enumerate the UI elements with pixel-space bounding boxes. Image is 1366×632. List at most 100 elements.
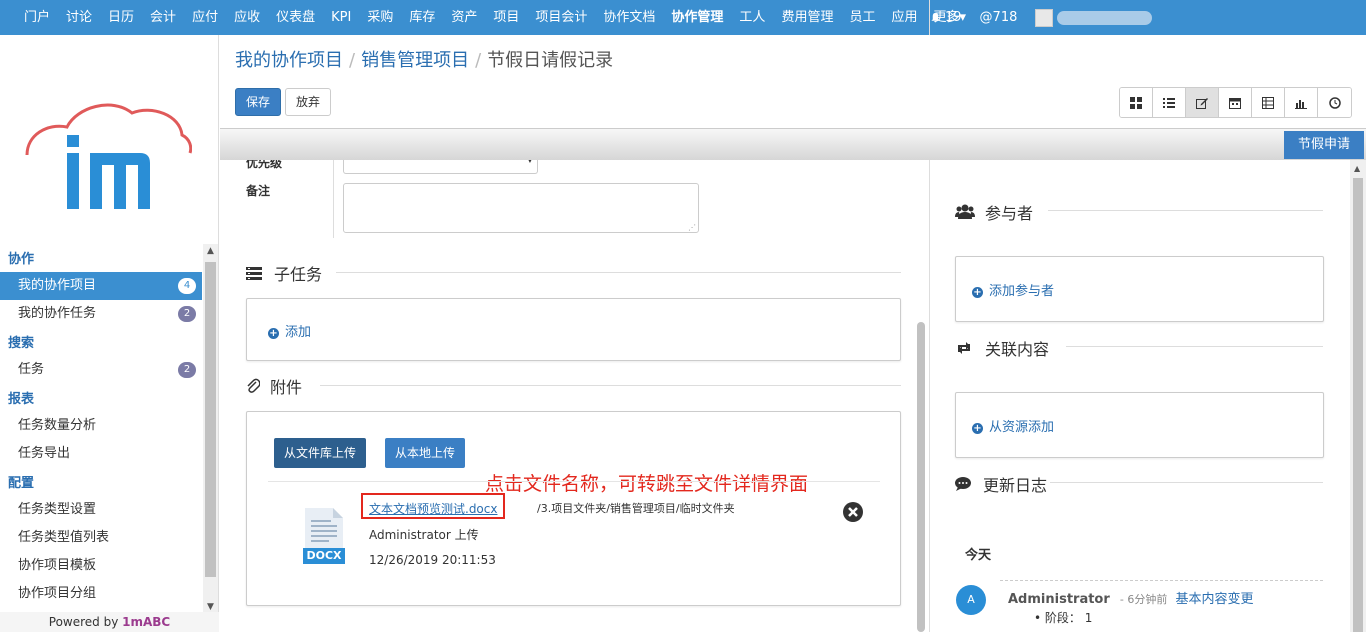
file-uploaded-at: 12/26/2019 20:11:53 [369, 553, 496, 567]
section-divider [320, 385, 901, 386]
breadcrumb-my-projects[interactable]: 我的协作项目 [235, 50, 343, 71]
scrollbar-thumb[interactable] [1353, 178, 1363, 632]
form-view-button[interactable] [1186, 88, 1219, 117]
notification-button[interactable]: 19 [930, 10, 962, 25]
updates-heading: 更新日志 [955, 472, 1047, 496]
attachments-heading: 附件 [246, 374, 302, 398]
nav-item-3[interactable]: 会计 [142, 0, 184, 35]
list-view-button[interactable] [1153, 88, 1186, 117]
nav-item-9[interactable]: 库存 [401, 0, 443, 35]
chart-view-button[interactable] [1285, 88, 1318, 117]
table-icon [1262, 96, 1274, 109]
top-right: 19 @718 [929, 0, 1350, 35]
upload-from-local-button[interactable]: 从本地上传 [385, 438, 466, 468]
comment-icon [955, 477, 971, 491]
nav-item-13[interactable]: 协作文档 [595, 0, 663, 35]
related-panel: + 从资源添加 [955, 392, 1324, 458]
priority-label: 优先级 [246, 160, 283, 170]
nav-item-16[interactable]: 费用管理 [773, 0, 841, 35]
subtasks-title: 子任务 [274, 265, 323, 284]
update-time: - 6分钟前 [1119, 593, 1168, 606]
section-divider [336, 272, 901, 273]
plus-circle-icon: + [972, 287, 983, 298]
sidebar-item-label: 任务类型设置 [18, 502, 97, 517]
nav-item-10[interactable]: 资产 [443, 0, 485, 35]
sidebar-group-1: 搜索 [8, 336, 35, 351]
tab-leave-request[interactable]: 节假申请 [1283, 131, 1364, 159]
scrollbar-thumb[interactable] [205, 262, 216, 577]
file-divider [268, 481, 880, 482]
nav-item-18[interactable]: 应用 [883, 0, 925, 35]
nav-item-0[interactable]: 门户 [16, 0, 58, 35]
sidebar-nav: 协作 我的协作项目 4 我的协作任务 2 搜索 任务 2 报表 任务数量分析 任务导出 配置 任务类型设… [0, 244, 202, 614]
remove-file-icon[interactable] [843, 502, 863, 522]
participants-panel: + 添加参与者 [955, 256, 1324, 322]
timeline-view-button[interactable] [1318, 88, 1351, 117]
update-author[interactable]: Administrator [1008, 592, 1110, 607]
edit-icon [1196, 97, 1208, 109]
nav-item-7[interactable]: KPI [323, 0, 359, 35]
top-navbar: 门户 讨论 日历 会计 应付 应收 仪表盘 KPI 采购 库存 资产 项目 项目会计 协作文档 协作管理 工人… [0, 0, 1366, 35]
priority-select[interactable]: ▼ [343, 160, 538, 174]
nav-item-4[interactable]: 应付 [184, 0, 226, 35]
update-field-value: 1 [1084, 611, 1093, 625]
sidebar-item-0-0[interactable]: 我的协作项目 4 [0, 272, 202, 300]
users-icon [955, 204, 975, 219]
scroll-up-icon[interactable]: ▲ [203, 244, 218, 258]
sidebar-scrollbar[interactable]: ▲ ▼ [203, 244, 218, 614]
upload-from-library-button[interactable]: 从文件库上传 [274, 438, 367, 468]
add-from-resource-button[interactable]: + 从资源添加 [972, 416, 1054, 435]
nav-item-5[interactable]: 应收 [226, 0, 268, 35]
subtasks-heading: 子任务 [246, 261, 322, 285]
sidebar-item-label: 协作项目模板 [18, 558, 97, 573]
sidebar-item-2-0[interactable]: 任务数量分析 [0, 412, 202, 440]
sidebar-item-1-0[interactable]: 任务 2 [0, 356, 202, 384]
sidebar-item-3-1[interactable]: 任务类型值列表 [0, 524, 202, 552]
count-badge: 2 [178, 306, 196, 322]
add-subtask-button[interactable]: + 添加 [268, 321, 311, 340]
update-action-link[interactable]: 基本内容变更 [1176, 592, 1254, 607]
sidebar-item-3-2[interactable]: 协作项目模板 [0, 552, 202, 580]
bar-chart-icon [1295, 99, 1307, 109]
sidebar-group-3: 配置 [8, 476, 35, 491]
note-textarea[interactable]: ⋰ [343, 183, 699, 233]
author-avatar: A [956, 585, 986, 615]
kanban-view-button[interactable] [1120, 88, 1153, 117]
docx-file-icon[interactable]: DOCX [303, 508, 345, 564]
discard-button[interactable]: 放弃 [285, 88, 332, 116]
main-scrollbar[interactable] [915, 160, 927, 632]
plus-circle-icon: + [268, 328, 279, 339]
top-menu: 门户 讨论 日历 会计 应付 应收 仪表盘 KPI 采购 库存 资产 项目 项目会计 协作文档 协作管理 工人… [0, 0, 974, 35]
nav-item-15[interactable]: 工人 [731, 0, 773, 35]
nav-item-2[interactable]: 日历 [100, 0, 142, 35]
nav-item-12[interactable]: 项目会计 [527, 0, 595, 35]
table-view-button[interactable] [1252, 88, 1285, 117]
sidebar-item-2-1[interactable]: 任务导出 [0, 440, 202, 468]
sidebar-item-0-1[interactable]: 我的协作任务 2 [0, 300, 202, 328]
add-participant-button[interactable]: + 添加参与者 [972, 280, 1054, 299]
nav-item-17[interactable]: 员工 [841, 0, 883, 35]
count-badge: 2 [178, 362, 196, 378]
calendar-view-button[interactable] [1219, 88, 1252, 117]
scrollbar-thumb[interactable] [917, 322, 925, 632]
breadcrumb-sales-project[interactable]: 销售管理项目 [361, 50, 469, 71]
field-divider [333, 160, 334, 238]
mentions-count: @718 [979, 10, 1018, 25]
sidebar-item-3-3[interactable]: 协作项目分组 [0, 580, 202, 608]
nav-item-1[interactable]: 讨论 [58, 0, 100, 35]
nav-item-11[interactable]: 项目 [485, 0, 527, 35]
file-name-link[interactable]: 文本文档预览测试.docx [369, 500, 497, 517]
nav-item-8[interactable]: 采购 [359, 0, 401, 35]
mentions-button[interactable]: @718 [980, 10, 1018, 25]
page-scrollbar[interactable]: ▲ [1350, 160, 1366, 632]
note-label: 备注 [246, 184, 271, 198]
grid-icon [1130, 96, 1142, 109]
nav-item-14[interactable]: 协作管理 [663, 0, 731, 35]
sidebar-item-3-0[interactable]: 任务类型设置 [0, 496, 202, 524]
scroll-up-icon[interactable]: ▲ [1354, 164, 1360, 173]
save-button[interactable]: 保存 [235, 88, 282, 116]
nav-item-6[interactable]: 仪表盘 [268, 0, 323, 35]
resize-handle-icon[interactable]: ⋰ [688, 223, 696, 232]
user-menu[interactable] [1035, 8, 1162, 27]
powered-brand[interactable]: 1mABC [122, 615, 170, 629]
